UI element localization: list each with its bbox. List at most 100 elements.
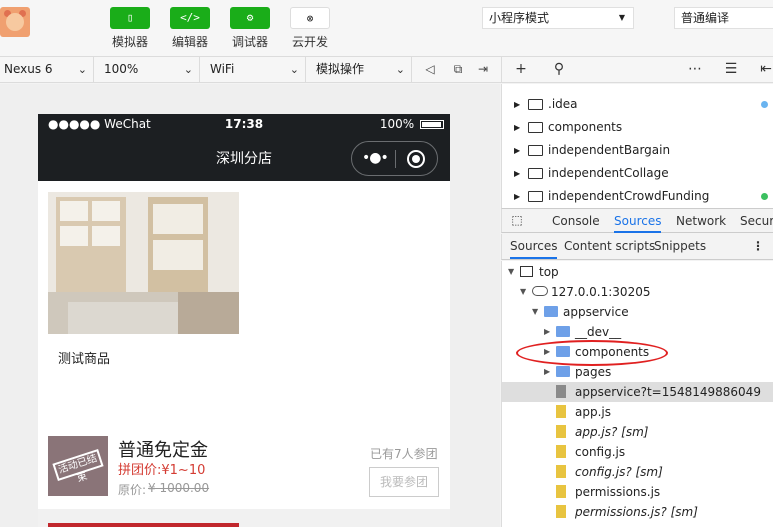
zoom-select[interactable]: 100% ⌄: [100, 57, 200, 82]
avatar-face: [6, 13, 24, 31]
tab-sources[interactable]: Sources: [614, 209, 662, 233]
highlight-annotation: [516, 340, 668, 366]
collapse-icon[interactable]: ☰: [722, 60, 740, 78]
next-item-image: [48, 523, 239, 527]
more-options-icon[interactable]: ⋯: [686, 60, 704, 78]
tree-item-label: independentCollage: [548, 166, 669, 180]
tree-item-independent-bargain[interactable]: ▶ independentBargain: [502, 139, 773, 162]
more-vertical-icon[interactable]: ⋮: [752, 234, 764, 259]
phone-screen: ●●●●● WeChat 17:38 100% 深圳分店 •●• 测试商品 活动…: [38, 114, 450, 527]
sources-subtabs: Sources Content scripts Snippets ⋮: [501, 234, 773, 260]
tree-item-independent-crowdfunding[interactable]: ▶ independentCrowdFunding: [502, 185, 773, 208]
ended-stamp: 活动已结束: [52, 449, 104, 485]
tree-item-idea[interactable]: ▶ .idea: [502, 93, 773, 116]
collapsed-arrow-icon[interactable]: ▶: [544, 362, 550, 382]
cloud-icon: [532, 286, 548, 296]
expanded-arrow-icon[interactable]: ▼: [508, 262, 514, 282]
volume-icon[interactable]: ◁: [422, 61, 438, 77]
operation-select[interactable]: 模拟操作 ⌄: [312, 57, 412, 82]
joined-count: 已有7人参团: [370, 447, 438, 461]
search-icon[interactable]: ⚲: [550, 60, 568, 78]
tree-item-label: independentCrowdFunding: [548, 189, 710, 203]
compile-select[interactable]: 普通编译: [674, 7, 773, 29]
tree-item-independent-collage[interactable]: ▶ independentCollage: [502, 162, 773, 185]
zoom-value: 100%: [104, 62, 139, 76]
subtab-content-scripts[interactable]: Content scripts: [564, 234, 655, 259]
mode-select-value: 小程序模式: [489, 11, 550, 25]
navigator-item[interactable]: ▶ __dev__: [502, 322, 773, 342]
close-target-icon[interactable]: [407, 150, 425, 168]
subtab-sources[interactable]: Sources: [510, 234, 558, 259]
product-photo: [48, 192, 239, 334]
folder-icon: [528, 191, 543, 202]
navigator-item[interactable]: ▼ top: [502, 262, 773, 282]
tab-network[interactable]: Network: [676, 209, 726, 233]
navigator-item[interactable]: permissions.js: [502, 482, 773, 502]
collapsed-arrow-icon[interactable]: ▶: [544, 322, 550, 342]
navigator-item-label: permissions.js? [sm]: [575, 505, 698, 519]
navigator-item[interactable]: ▼ appservice: [502, 302, 773, 322]
js-file-icon: [556, 405, 566, 418]
debugger-label: 调试器: [231, 35, 268, 49]
navigator-item[interactable]: app.js: [502, 402, 773, 422]
inspect-icon[interactable]: ⬚: [508, 211, 526, 229]
product-image[interactable]: [48, 192, 239, 334]
tree-item-components[interactable]: ▶ components: [502, 116, 773, 139]
product-name[interactable]: 测试商品: [58, 348, 110, 367]
battery-status: 100%: [380, 117, 444, 131]
user-avatar[interactable]: [0, 7, 30, 37]
file-icon: [556, 385, 566, 398]
folder-icon: [556, 326, 570, 337]
dock-icon[interactable]: ⇥: [475, 61, 491, 77]
expanded-arrow-icon[interactable]: ▼: [532, 302, 538, 322]
folder-icon: [528, 145, 543, 156]
editor-label: 编辑器: [171, 35, 208, 49]
more-icon[interactable]: •●•: [362, 150, 389, 166]
tree-item-label: .idea: [548, 97, 578, 111]
main-toolbar: ▯ 模拟器 </> 编辑器 ⚙ 调试器 ⊗ 云开发 小程序模式 ▼ 普通编译: [0, 0, 773, 57]
chevron-down-icon: ⌄: [183, 63, 193, 76]
expand-arrow-icon: ▶: [514, 146, 521, 155]
expanded-arrow-icon[interactable]: ▼: [520, 282, 526, 302]
add-icon[interactable]: +: [512, 60, 530, 78]
menu-capsule[interactable]: •●•: [351, 141, 438, 176]
tab-console[interactable]: Console: [552, 209, 600, 233]
navigator-item-label: permissions.js: [575, 485, 661, 499]
mode-select[interactable]: 小程序模式 ▼: [482, 7, 634, 29]
navigator-item[interactable]: ▶ pages: [502, 362, 773, 382]
cloud-link-icon: ⊗: [290, 7, 330, 29]
tree-item-label: components: [548, 120, 623, 134]
device-bar: Nexus 6 ⌄ 100% ⌄ WiFi ⌄ 模拟操作 ⌄ ◁ ⧉ ⇥: [0, 57, 501, 83]
subtab-snippets[interactable]: Snippets: [654, 234, 706, 259]
group-thumbnail[interactable]: 活动已结束: [48, 436, 108, 496]
device-select[interactable]: Nexus 6 ⌄: [0, 57, 94, 82]
simulator-button[interactable]: ▯ 模拟器: [110, 7, 150, 53]
nav-bar: 深圳分店 •●•: [38, 136, 450, 181]
cloud-dev-button[interactable]: ⊗ 云开发: [290, 7, 330, 53]
navigator-item[interactable]: permissions.js? [sm]: [502, 502, 773, 522]
js-file-icon: [556, 445, 566, 458]
original-price-label: 原价:: [118, 483, 147, 497]
navigator-item[interactable]: config.js: [502, 442, 773, 462]
navigator-item[interactable]: config.js? [sm]: [502, 462, 773, 482]
editor-button[interactable]: </> 编辑器: [170, 7, 210, 53]
debugger-button[interactable]: ⚙ 调试器: [230, 7, 270, 53]
folder-icon: [556, 366, 570, 377]
original-price: ¥ 1000.00: [148, 481, 210, 495]
windows-icon[interactable]: ⧉: [450, 61, 466, 77]
cloud-dev-label: 云开发: [291, 35, 328, 49]
join-group-button[interactable]: 我要参团: [369, 467, 439, 497]
network-value: WiFi: [210, 62, 235, 76]
expand-arrow-icon: ▶: [514, 123, 521, 132]
navigator-item[interactable]: app.js? [sm]: [502, 422, 773, 442]
folder-icon: [528, 168, 543, 179]
navigator-item[interactable]: appservice?t=1548149886049: [502, 382, 773, 402]
network-select[interactable]: WiFi ⌄: [206, 57, 306, 82]
status-dot: [761, 101, 768, 108]
navigator-item-label: appservice: [563, 305, 629, 319]
chevron-down-icon: ⌄: [395, 63, 405, 76]
tab-security[interactable]: Securit: [740, 209, 773, 233]
navigator-item[interactable]: ▼ 127.0.0.1:30205: [502, 282, 773, 302]
split-icon[interactable]: ⇤: [757, 60, 773, 78]
group-price: 拼团价:¥1~10: [118, 463, 206, 478]
